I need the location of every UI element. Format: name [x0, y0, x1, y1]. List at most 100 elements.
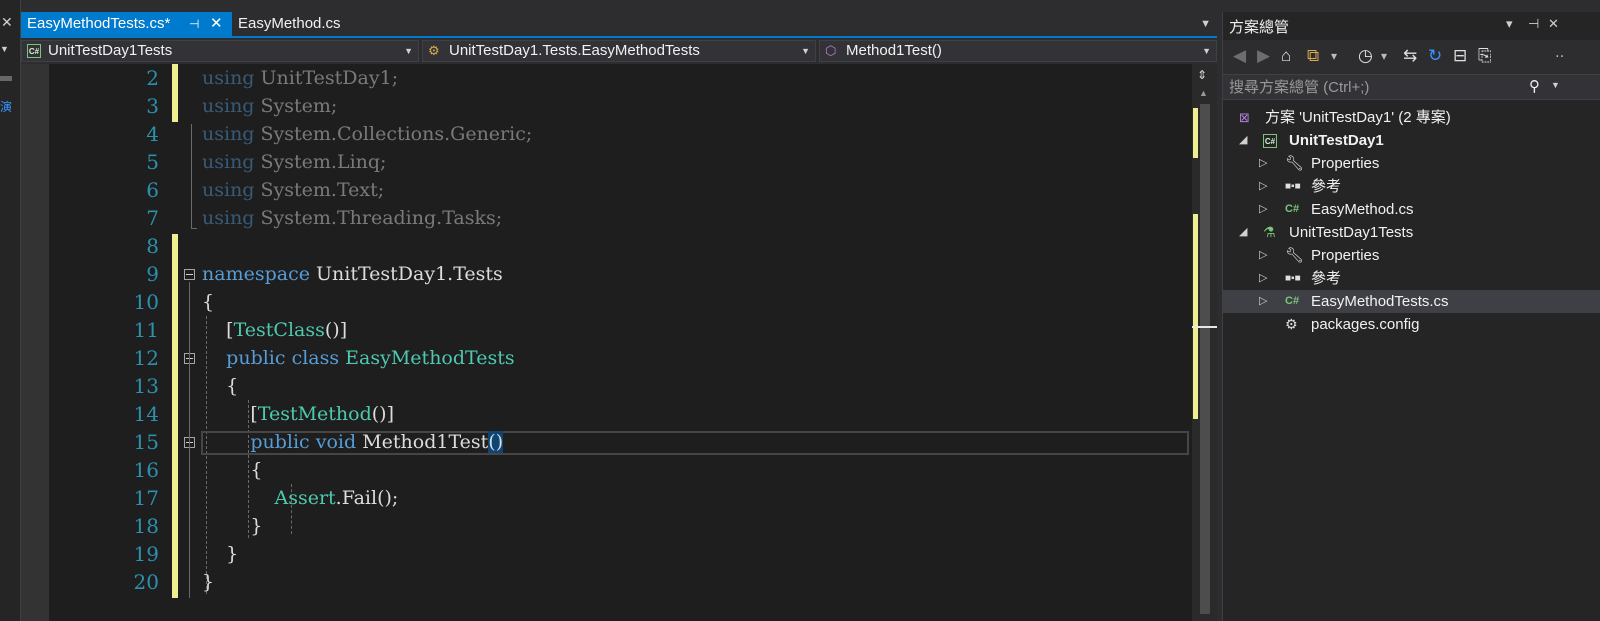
- solution-icon: ⊠: [1239, 110, 1250, 125]
- csharp-file-icon: C#: [1285, 203, 1300, 215]
- tab-easymethod[interactable]: EasyMethod.cs: [232, 12, 392, 36]
- class-dropdown-value: UnitTestDay1.Tests.EasyMethodTests: [449, 42, 700, 59]
- line-number: 5: [146, 150, 159, 174]
- chevron-down-icon[interactable]: ▾: [1381, 49, 1387, 63]
- chevron-down-icon[interactable]: ▼: [1551, 80, 1560, 90]
- tree-item-label: UnitTestDay1Tests: [1289, 224, 1414, 241]
- tree-item-label: packages.config: [1311, 316, 1420, 333]
- method-icon: ⬡: [825, 43, 837, 58]
- collapsed-arrow-icon[interactable]: ▷: [1259, 244, 1267, 267]
- tree-item-solution[interactable]: ⊠ 方案 'UnitTestDay1' (2 專案): [1223, 106, 1600, 129]
- tree-item-folder[interactable]: ▷ 🔧︎ Properties: [1223, 244, 1600, 267]
- chevron-down-icon: ▼: [1202, 46, 1211, 56]
- chevron-down-icon[interactable]: ▾: [1331, 49, 1337, 63]
- line-number: 8: [146, 234, 159, 258]
- tab-easymethodtests[interactable]: EasyMethodTests.cs* ⊣ ✕: [21, 12, 232, 36]
- tree-item-label: 參考: [1311, 178, 1342, 195]
- tree-item-project[interactable]: ◢ ⚗ UnitTestDay1Tests: [1223, 221, 1600, 244]
- tree-item-folder[interactable]: ▷ 🔧︎ Properties: [1223, 152, 1600, 175]
- dropdown-icon[interactable]: ▾: [1506, 16, 1513, 32]
- collapse-all-icon[interactable]: ⊟: [1453, 46, 1467, 66]
- chevron-down-icon: ▼: [801, 46, 810, 56]
- tree-item-file-selected[interactable]: ▷ C# EasyMethodTests.cs: [1223, 290, 1600, 313]
- test-project-icon: ⚗: [1263, 224, 1276, 240]
- class-dropdown[interactable]: ⚙ UnitTestDay1.Tests.EasyMethodTests ▼: [422, 40, 816, 62]
- sync-icon[interactable]: ⇆: [1403, 46, 1417, 66]
- refresh-icon[interactable]: ↻: [1428, 46, 1442, 66]
- change-marker: [172, 234, 178, 598]
- wrench-icon: 🔧︎: [1285, 247, 1305, 264]
- collapsed-arrow-icon[interactable]: ▷: [1259, 290, 1267, 313]
- back-icon[interactable]: ◀: [1233, 46, 1246, 66]
- collapsed-arrow-icon[interactable]: ▷: [1259, 198, 1267, 221]
- code-editor[interactable]: 2 3 4 5 6 7 8 9 10 11 12 13 14 15 16 17 …: [21, 64, 1217, 621]
- csharp-file-icon: C#: [1285, 295, 1300, 307]
- line-number: 17: [133, 486, 159, 510]
- collapsed-arrow-icon[interactable]: ▷: [1259, 175, 1267, 198]
- expanded-arrow-icon[interactable]: ◢: [1239, 129, 1247, 152]
- line-number: 2: [146, 66, 159, 90]
- code-line: using UnitTestDay1;: [202, 67, 399, 89]
- split-handle-icon[interactable]: ⇕: [1197, 68, 1207, 82]
- scrollbar-thumb[interactable]: [1200, 104, 1210, 614]
- scroll-up-icon[interactable]: ▲: [1199, 88, 1208, 98]
- tab-label: EasyMethod.cs: [238, 15, 341, 32]
- code-line: }: [226, 543, 239, 565]
- document-tab-strip: EasyMethodTests.cs* ⊣ ✕ EasyMethod.cs ▼: [21, 12, 1217, 36]
- chevron-down-icon[interactable]: ▼: [0, 44, 9, 54]
- solution-explorer-search[interactable]: ⚲ ▼: [1223, 75, 1600, 100]
- code-line: using System.Linq;: [202, 151, 387, 173]
- tree-item-references[interactable]: ▷ ■▪■ 參考: [1223, 267, 1600, 290]
- tree-item-project[interactable]: ◢ C# UnitTestDay1: [1223, 129, 1600, 152]
- class-icon: ⚙: [428, 43, 440, 58]
- tree-item-file[interactable]: ▷ C# EasyMethod.cs: [1223, 198, 1600, 221]
- project-dropdown-value: UnitTestDay1Tests: [48, 42, 173, 59]
- code-line: using System.Text;: [202, 179, 385, 201]
- home-icon[interactable]: ⌂: [1281, 46, 1291, 66]
- brace-match-highlight: (): [488, 431, 504, 453]
- left-tool-window-edge: ✕ ▼ 演: [0, 0, 21, 621]
- panel-title: 方案總管: [1229, 19, 1290, 36]
- search-input[interactable]: [1229, 77, 1519, 97]
- solution-explorer: 方案總管 ▾ ⊣ ✕ ◀ ▶ ⌂ ⧉ ▾ ◷ ▾ ⇆ ↻ ⊟ ⎘ ‥ ⚲ ▼ ⊠…: [1222, 12, 1600, 621]
- config-file-icon: ⚙: [1285, 316, 1298, 332]
- show-all-files-icon[interactable]: ⎘: [1478, 46, 1492, 66]
- pending-changes-icon[interactable]: ◷: [1358, 46, 1373, 66]
- switch-views-icon[interactable]: ⧉: [1307, 46, 1319, 66]
- code-line: [TestClass()]: [226, 319, 348, 341]
- line-number: 19: [133, 542, 159, 566]
- wrench-icon: 🔧︎: [1285, 155, 1305, 172]
- code-line: using System;: [202, 95, 338, 117]
- tree-item-references[interactable]: ▷ ■▪■ 參考: [1223, 175, 1600, 198]
- pin-icon[interactable]: ⊣: [189, 12, 199, 36]
- forward-icon[interactable]: ▶: [1257, 46, 1270, 66]
- collapse-toggle[interactable]: [184, 269, 195, 280]
- code-line: using System.Collections.Generic;: [202, 123, 533, 145]
- line-number: 10: [133, 290, 159, 314]
- line-number: 18: [133, 514, 159, 538]
- chevron-down-icon: ▼: [404, 46, 413, 56]
- tab-overflow-icon[interactable]: ▼: [1200, 12, 1211, 36]
- line-number: 3: [146, 94, 159, 118]
- vertical-scrollbar[interactable]: ⇕ ▲: [1192, 64, 1217, 621]
- pin-icon[interactable]: ⊣: [1528, 16, 1539, 32]
- line-number: 6: [146, 178, 159, 202]
- code-line: }: [202, 571, 215, 593]
- change-marker: [1193, 108, 1198, 158]
- close-icon[interactable]: ✕: [1548, 16, 1559, 32]
- expanded-arrow-icon[interactable]: ◢: [1239, 221, 1247, 244]
- collapsed-arrow-icon[interactable]: ▷: [1259, 267, 1267, 290]
- member-dropdown[interactable]: ⬡ Method1Test() ▼: [819, 40, 1217, 62]
- line-number: 15: [133, 430, 159, 454]
- close-icon[interactable]: ✕: [210, 12, 223, 36]
- project-dropdown[interactable]: C# UnitTestDay1Tests ▼: [21, 40, 419, 62]
- scroll-indicator: [0, 76, 12, 81]
- tree-item-label: EasyMethod.cs: [1311, 201, 1414, 218]
- csharp-project-icon: C#: [27, 41, 41, 61]
- more-icon[interactable]: ‥: [1555, 44, 1564, 61]
- tree-item-file[interactable]: ⚙ packages.config: [1223, 313, 1600, 336]
- tree-item-label: UnitTestDay1: [1289, 132, 1384, 149]
- search-icon[interactable]: ⚲: [1529, 77, 1540, 95]
- close-icon[interactable]: ✕: [1, 14, 13, 31]
- collapsed-arrow-icon[interactable]: ▷: [1259, 152, 1267, 175]
